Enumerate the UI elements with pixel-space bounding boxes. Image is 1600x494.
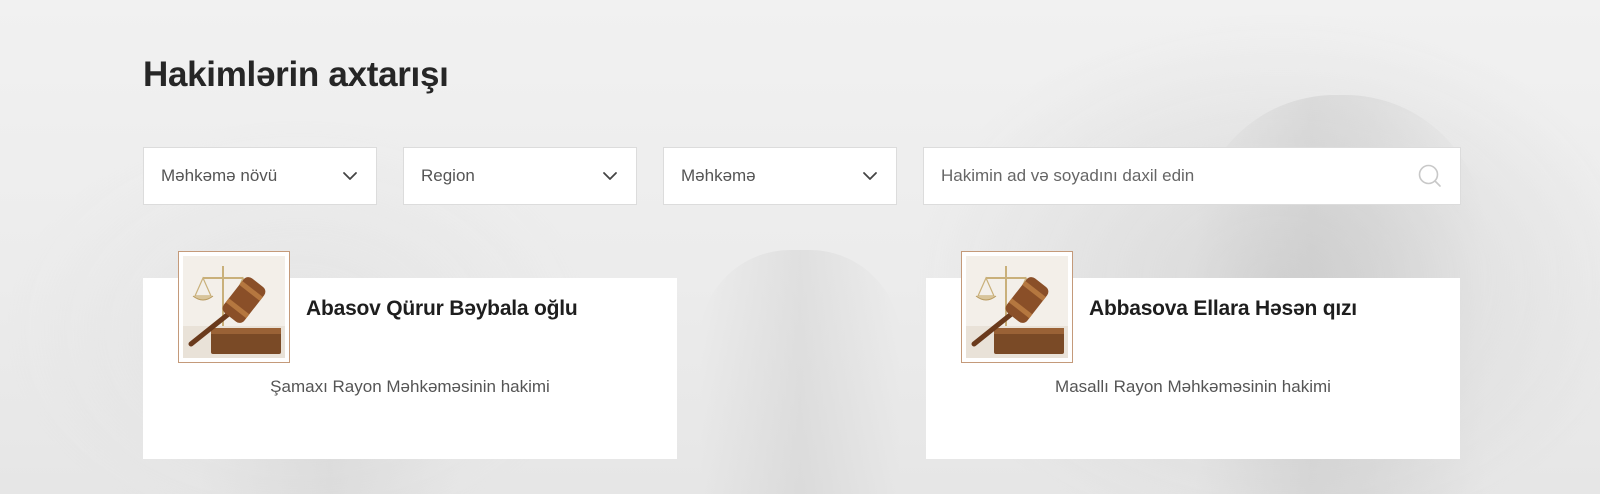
region-dropdown[interactable]: Region: [403, 147, 637, 205]
judge-court: Masallı Rayon Məhkəməsinin hakimi: [1055, 377, 1331, 396]
chevron-down-icon: [601, 167, 619, 185]
page-title: Hakimlərin axtarışı: [143, 55, 449, 94]
judge-name[interactable]: Abasov Qürur Bəybala oğlu: [306, 297, 578, 321]
judge-photo: [961, 251, 1073, 363]
court-dropdown[interactable]: Məhkəmə: [663, 147, 897, 205]
judge-photo: [178, 251, 290, 363]
court-type-dropdown-label: Məhkəmə növü: [161, 166, 278, 185]
judge-search-input[interactable]: [941, 166, 1417, 186]
judge-gavel-icon: [966, 256, 1068, 358]
region-dropdown-label: Region: [421, 166, 475, 185]
search-icon[interactable]: [1417, 163, 1443, 189]
judge-search-box: [923, 147, 1461, 205]
judge-court: Şamaxı Rayon Məhkəməsinin hakimi: [270, 377, 550, 396]
background-pillar: [700, 250, 900, 494]
judge-card[interactable]: Abbasova Ellara Həsən qızı Masallı Rayon…: [926, 251, 1460, 459]
court-type-dropdown[interactable]: Məhkəmə növü: [143, 147, 377, 205]
judge-card[interactable]: Abasov Qürur Bəybala oğlu Şamaxı Rayon M…: [143, 251, 677, 459]
judge-name[interactable]: Abbasova Ellara Həsən qızı: [1089, 297, 1357, 321]
judge-gavel-icon: [183, 256, 285, 358]
chevron-down-icon: [341, 167, 359, 185]
chevron-down-icon: [861, 167, 879, 185]
court-dropdown-label: Məhkəmə: [681, 166, 756, 185]
